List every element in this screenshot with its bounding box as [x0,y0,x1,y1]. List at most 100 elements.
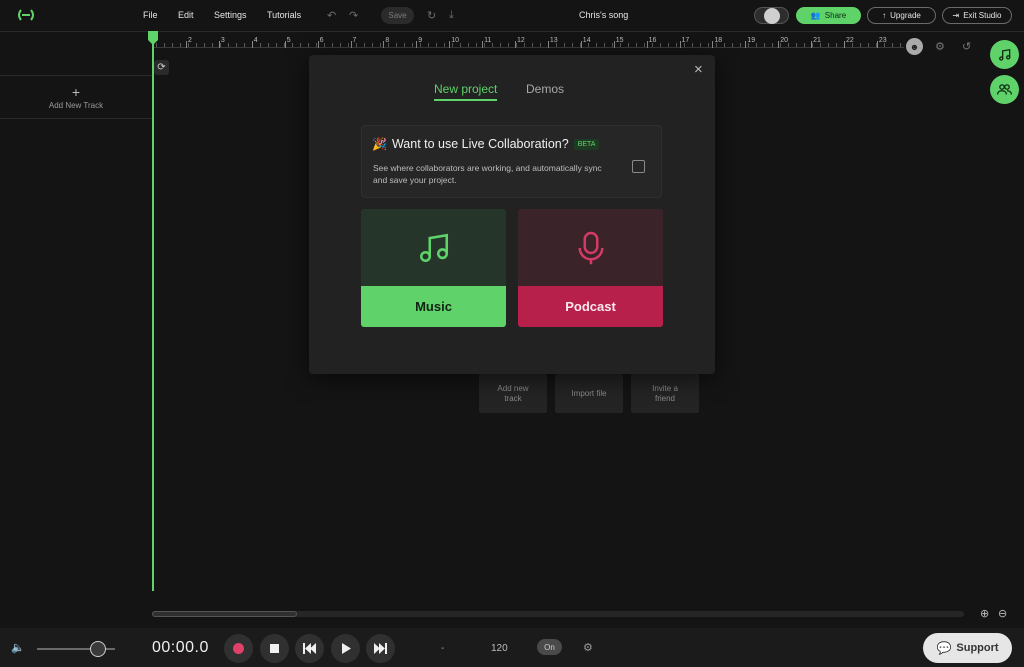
fast-forward-button[interactable] [366,634,395,663]
tab-demos[interactable]: Demos [526,82,564,96]
ruler-minor-tick [444,43,445,47]
timeline-ruler[interactable]: 2 3 4 5 6 7 8 9 10 11 12 13 14 15 16 17 18 19 20 21 22 23 [152,32,904,48]
scrollbar-thumb[interactable] [152,611,297,617]
ruler-minor-tick [700,43,701,47]
ruler-tick-label: 5 [286,37,291,44]
key-display[interactable]: - [441,643,444,654]
save-button[interactable]: Save [381,7,414,24]
rewind-button[interactable] [295,634,324,663]
ruler-minor-tick [732,43,733,47]
song-title[interactable]: Chris's song [579,10,628,20]
rewind-icon [303,643,316,654]
plus-icon: + [71,83,81,100]
podcast-project-card[interactable]: Podcast [518,209,663,327]
invite-friend-tile[interactable]: Invite a friend [631,374,699,413]
ruler-minor-tick [260,43,261,47]
menu-file[interactable]: File [143,10,158,20]
ruler-tick-label: 11 [484,37,492,44]
add-new-track-button[interactable]: + Add New Track [0,76,152,118]
ruler-minor-tick [804,43,805,47]
ruler-minor-tick [436,43,437,47]
history-icon[interactable]: ↻ [427,9,436,22]
share-button[interactable]: 👥 Share [796,7,861,24]
tile-label: Invite a friend [652,383,678,403]
sidebar-divider-bottom [0,118,152,119]
ruler-minor-tick [324,43,325,47]
tile-label: Add new track [497,383,529,403]
collab-checkbox[interactable] [632,160,645,173]
zoom-in-icon[interactable]: ⊕ [980,607,989,620]
record-button[interactable] [224,634,253,663]
exit-studio-button[interactable]: ⇥ Exit Studio [942,7,1012,24]
ruler-minor-tick [244,43,245,47]
ruler-minor-tick [372,43,373,47]
ruler-minor-tick [828,43,829,47]
ruler-settings-icon[interactable]: ⚙ [935,40,945,53]
ruler-minor-tick [196,43,197,47]
music-note-icon [419,233,448,262]
play-icon [341,643,351,654]
save-label: Save [388,11,407,20]
tempo-display[interactable]: 120 [491,643,508,654]
instruments-panel-button[interactable] [990,40,1019,69]
music-project-card[interactable]: Music [361,209,506,327]
download-icon[interactable]: ⤓ [449,9,454,22]
ruler-minor-tick [660,43,661,47]
volume-slider-knob[interactable] [89,641,106,657]
ruler-tick-label: 3 [220,37,225,44]
close-icon[interactable]: × [694,61,703,78]
support-button[interactable]: 💬 Support [923,633,1012,663]
collaborator-avatar[interactable] [754,7,789,24]
ruler-tick-label: 16 [648,37,657,44]
timeline-scrollbar[interactable] [152,611,964,617]
chat-bubble-icon: 💬 [936,641,952,655]
ruler-major-tick [218,41,220,48]
fast-forward-icon [374,643,387,654]
ruler-minor-tick [308,43,309,47]
metronome-toggle[interactable]: On [537,639,562,655]
menu-tutorials[interactable]: Tutorials [267,10,301,20]
loop-refresh-icon[interactable]: ↺ [962,40,971,53]
undo-icon[interactable]: ↶ [327,9,336,22]
ruler-minor-tick [460,43,461,47]
ruler-major-tick [580,41,582,48]
collaborators-panel-button[interactable] [990,75,1019,104]
music-card-label: Music [361,286,506,327]
ruler-minor-tick [228,43,229,47]
playhead-handle[interactable] [148,31,158,45]
ruler-major-tick [745,41,747,48]
ruler-minor-tick [572,43,573,47]
menu-edit[interactable]: Edit [178,10,194,20]
ruler-tick-label: 23 [878,37,887,44]
upgrade-button[interactable]: ↑ Upgrade [867,7,936,24]
playhead-line [152,44,154,591]
redo-icon[interactable]: ↷ [349,9,358,22]
play-button[interactable] [331,634,360,663]
ruler-tick-label: 13 [549,37,558,44]
ruler-minor-tick [756,43,757,47]
stop-button[interactable] [260,634,289,663]
loop-toggle-icon[interactable]: ⟳ [154,60,169,75]
ruler-tick-label: 22 [846,37,854,44]
zoom-out-icon[interactable]: ⊖ [998,607,1007,620]
add-track-label: Add New Track [48,100,104,110]
stop-icon [270,644,279,653]
ruler-minor-tick [492,43,493,47]
import-file-tile[interactable]: Import file [555,374,623,413]
transport-settings-icon[interactable]: ⚙ [583,641,593,654]
user-avatar-icon[interactable]: ☻ [906,38,923,55]
ruler-major-tick [186,41,187,48]
volume-icon[interactable]: 🔈 [11,641,25,654]
ruler-minor-tick [204,43,205,47]
logo-icon[interactable] [16,8,36,22]
ruler-minor-tick [836,43,837,47]
ruler-major-tick [317,41,319,48]
podcast-card-label: Podcast [518,286,663,327]
ruler-major-tick [383,41,385,48]
ruler-minor-tick [796,43,797,47]
tab-new-project[interactable]: New project [434,82,498,101]
ruler-minor-tick [636,43,637,47]
add-new-track-tile[interactable]: Add new track [479,374,547,413]
menu-settings[interactable]: Settings [214,10,247,20]
exit-label: Exit Studio [963,11,1002,20]
